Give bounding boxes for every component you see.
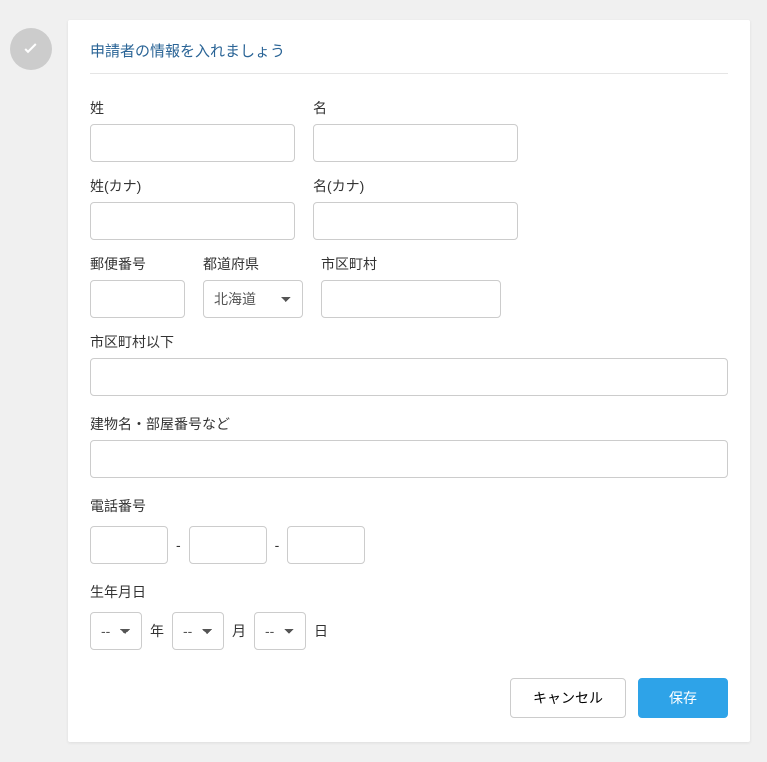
city-label: 市区町村 bbox=[321, 254, 501, 274]
phone-part3-input[interactable] bbox=[287, 526, 365, 564]
first-name-label: 名 bbox=[313, 98, 518, 118]
dob-year-select[interactable]: -- bbox=[90, 612, 142, 650]
dob-day-select[interactable]: -- bbox=[254, 612, 306, 650]
last-name-input[interactable] bbox=[90, 124, 295, 162]
first-name-kana-input[interactable] bbox=[313, 202, 518, 240]
address-rest-label: 市区町村以下 bbox=[90, 332, 728, 352]
save-button[interactable]: 保存 bbox=[638, 678, 728, 718]
address-rest-input[interactable] bbox=[90, 358, 728, 396]
dob-month-select[interactable]: -- bbox=[172, 612, 224, 650]
building-label: 建物名・部屋番号など bbox=[90, 414, 728, 434]
last-name-label: 姓 bbox=[90, 98, 295, 118]
zip-label: 郵便番号 bbox=[90, 254, 185, 274]
phone-label: 電話番号 bbox=[90, 496, 728, 516]
first-name-input[interactable] bbox=[313, 124, 518, 162]
phone-part2-input[interactable] bbox=[189, 526, 267, 564]
cancel-button[interactable]: キャンセル bbox=[510, 678, 626, 718]
year-unit: 年 bbox=[150, 621, 164, 641]
prefecture-select[interactable]: 北海道 bbox=[203, 280, 303, 318]
building-input[interactable] bbox=[90, 440, 728, 478]
city-input[interactable] bbox=[321, 280, 501, 318]
last-name-kana-label: 姓(カナ) bbox=[90, 176, 295, 196]
prefecture-label: 都道府県 bbox=[203, 254, 303, 274]
zip-input[interactable] bbox=[90, 280, 185, 318]
section-title: 申請者の情報を入れましょう bbox=[90, 40, 728, 74]
day-unit: 日 bbox=[314, 621, 328, 641]
applicant-form-card: 申請者の情報を入れましょう 姓 名 姓(カナ) 名(カナ) 郵便番 bbox=[68, 20, 750, 742]
dob-label: 生年月日 bbox=[90, 582, 728, 602]
phone-sep: - bbox=[275, 537, 280, 553]
month-unit: 月 bbox=[232, 621, 246, 641]
last-name-kana-input[interactable] bbox=[90, 202, 295, 240]
phone-sep: - bbox=[176, 537, 181, 553]
first-name-kana-label: 名(カナ) bbox=[313, 176, 518, 196]
phone-part1-input[interactable] bbox=[90, 526, 168, 564]
check-icon bbox=[10, 28, 52, 70]
